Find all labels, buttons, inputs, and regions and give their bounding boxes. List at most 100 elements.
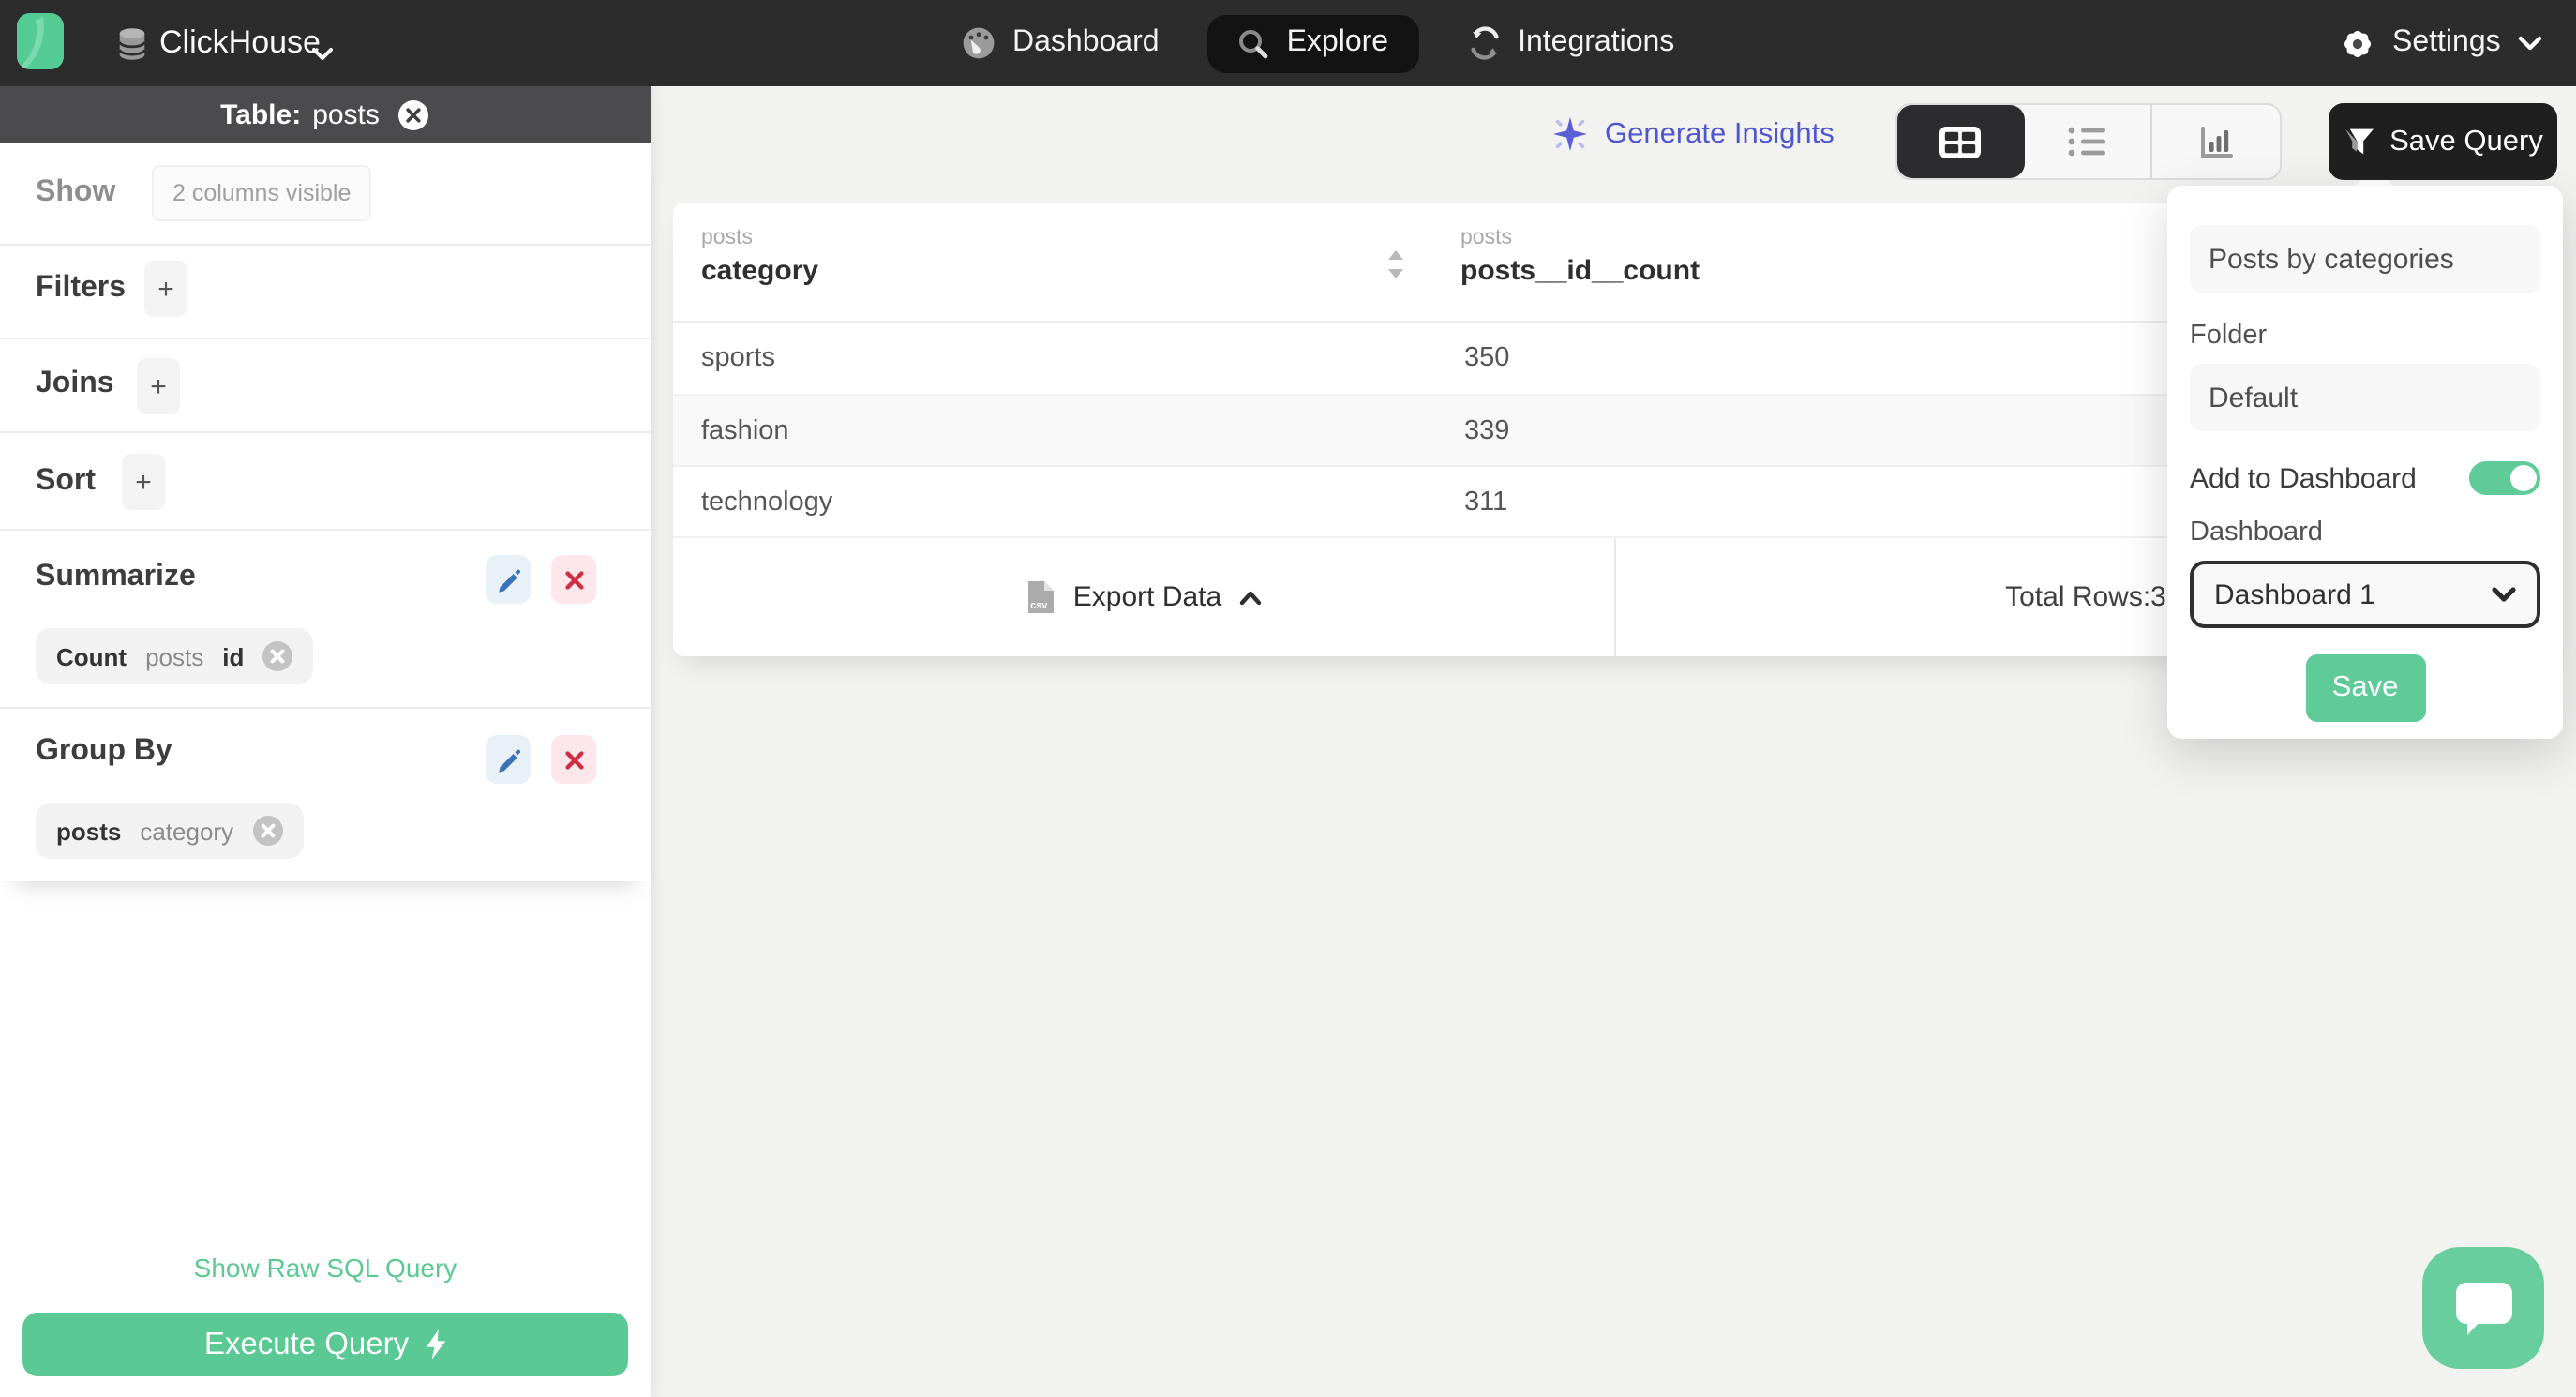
cell-count: 311 <box>1464 488 1508 518</box>
divider <box>0 338 651 339</box>
folder-label: Folder <box>2190 321 2268 351</box>
remove-table-icon[interactable] <box>398 98 430 130</box>
table-name: posts <box>312 98 380 130</box>
sparkle-icon <box>1553 117 1587 151</box>
chart-view-button[interactable] <box>2150 105 2280 178</box>
chat-launcher-button[interactable] <box>2422 1247 2544 1369</box>
execute-query-button[interactable]: Execute Query <box>22 1313 628 1376</box>
add-to-dashboard-toggle[interactable] <box>2469 461 2540 495</box>
filters-section-label: Filters <box>36 272 127 304</box>
add-to-dashboard-row: Add to Dashboard <box>2190 461 2540 495</box>
delete-x-icon <box>564 570 583 589</box>
group-by-column: category <box>140 817 234 845</box>
cell-category: fashion <box>701 416 789 446</box>
gear-icon <box>2344 29 2372 57</box>
toggle-knob <box>2510 465 2537 491</box>
edit-group-by-button[interactable] <box>486 735 531 784</box>
save-query-popover: Folder Add to Dashboard Dashboard Dashbo… <box>2167 186 2563 739</box>
chevron-down-icon <box>2518 35 2541 50</box>
remove-group-by-button[interactable] <box>551 735 596 784</box>
cell-category: technology <box>701 488 833 518</box>
remove-summarize-button[interactable] <box>551 555 596 604</box>
sync-icon <box>1470 26 1498 60</box>
tab-explore[interactable]: Explore <box>1207 14 1419 72</box>
execute-query-label: Execute Query <box>203 1327 410 1360</box>
clickhouse-logo[interactable] <box>17 13 64 69</box>
divider <box>0 431 651 433</box>
divider <box>0 707 651 709</box>
summarize-column: id <box>222 642 245 670</box>
add-join-button[interactable]: + <box>137 358 180 414</box>
export-data-label: Export Data <box>1072 581 1222 613</box>
database-icon <box>114 26 150 71</box>
sort-section-label: Sort <box>36 465 96 497</box>
group-by-section-label: Group By <box>36 735 172 767</box>
chip-remove-icon[interactable] <box>252 816 283 846</box>
show-section-label: Show <box>36 176 116 208</box>
settings-menu[interactable]: Settings <box>2340 0 2542 86</box>
dashboard-select-value: Dashboard 1 <box>2214 578 2375 610</box>
summarize-chip[interactable]: Count posts id <box>36 628 314 684</box>
csv-file-icon: csv <box>1028 581 1055 613</box>
save-query-label: Save Query <box>2389 125 2543 157</box>
add-sort-button[interactable]: + <box>122 454 165 510</box>
search-icon <box>1239 29 1268 58</box>
chevron-down-icon[interactable] <box>311 38 334 71</box>
save-query-button[interactable]: Save Query <box>2329 103 2557 180</box>
dashboard-label: Dashboard <box>2190 518 2323 548</box>
dashboard-select[interactable]: Dashboard 1 <box>2190 561 2540 628</box>
cell-category: sports <box>701 343 775 373</box>
list-view-button[interactable] <box>2024 105 2150 178</box>
table-view-button[interactable] <box>1897 105 2025 178</box>
chat-bubble-icon <box>2455 1282 2511 1334</box>
query-builder-sidebar: Table: posts Show 2 columns visible Filt… <box>0 86 651 1397</box>
add-filter-button[interactable]: + <box>144 261 187 317</box>
chevron-up-icon <box>1239 590 1261 605</box>
edit-summarize-button[interactable] <box>486 555 531 604</box>
popover-save-button[interactable]: Save <box>2305 654 2425 722</box>
summarize-agg: Count <box>56 642 127 670</box>
delete-x-icon <box>564 750 583 769</box>
logo-swoosh <box>17 13 64 69</box>
folder-input[interactable] <box>2190 364 2540 431</box>
columns-visible-chip[interactable]: 2 columns visible <box>152 165 372 221</box>
lightning-icon <box>427 1329 446 1359</box>
show-raw-sql-link[interactable]: Show Raw SQL Query <box>0 1253 651 1283</box>
generate-insights-link[interactable]: Generate Insights <box>1552 116 1835 152</box>
view-toggle-group <box>1895 103 2282 180</box>
summarize-table: posts <box>145 642 204 670</box>
group-by-table: posts <box>56 817 122 845</box>
nav-tabs: Dashboard Explore Integrations <box>962 0 1674 86</box>
column-name-label: posts__id__count <box>1460 255 1700 287</box>
group-by-chip[interactable]: posts category <box>36 803 304 859</box>
column-header-count[interactable]: posts posts__id__count <box>1460 227 1700 287</box>
table-label: Table: <box>220 98 302 130</box>
query-name-input[interactable] <box>2190 225 2540 293</box>
edit-pencil-icon <box>499 749 521 773</box>
column-name-label: category <box>701 255 819 287</box>
divider <box>0 244 651 246</box>
gauge-icon <box>963 27 995 59</box>
tab-explore-label: Explore <box>1286 26 1389 58</box>
column-table-label: posts <box>701 227 753 249</box>
table-view-icon <box>1939 126 1982 158</box>
tab-integrations-label: Integrations <box>1518 26 1675 58</box>
database-selector[interactable]: ClickHouse <box>159 24 321 62</box>
cell-count: 339 <box>1464 416 1510 446</box>
edit-pencil-icon <box>499 569 521 593</box>
joins-section-label: Joins <box>36 368 114 399</box>
export-data-button[interactable]: csv Export Data <box>673 538 1614 656</box>
column-header-category[interactable]: posts category <box>701 227 818 287</box>
chevron-down-icon <box>2492 586 2516 601</box>
selected-table-bar: Table: posts <box>0 86 651 143</box>
chart-view-icon <box>2200 126 2233 157</box>
generate-insights-label: Generate Insights <box>1605 117 1835 149</box>
svg-text:csv: csv <box>1031 600 1048 611</box>
sort-arrows-icon[interactable] <box>1385 249 1406 289</box>
app-root: ClickHouse Dashboard Explore Integration… <box>0 0 2576 1397</box>
chip-remove-icon[interactable] <box>262 641 293 671</box>
tab-integrations[interactable]: Integrations <box>1467 0 1674 86</box>
funnel-icon <box>2344 128 2374 155</box>
settings-label: Settings <box>2392 26 2501 58</box>
tab-dashboard[interactable]: Dashboard <box>962 0 1160 86</box>
